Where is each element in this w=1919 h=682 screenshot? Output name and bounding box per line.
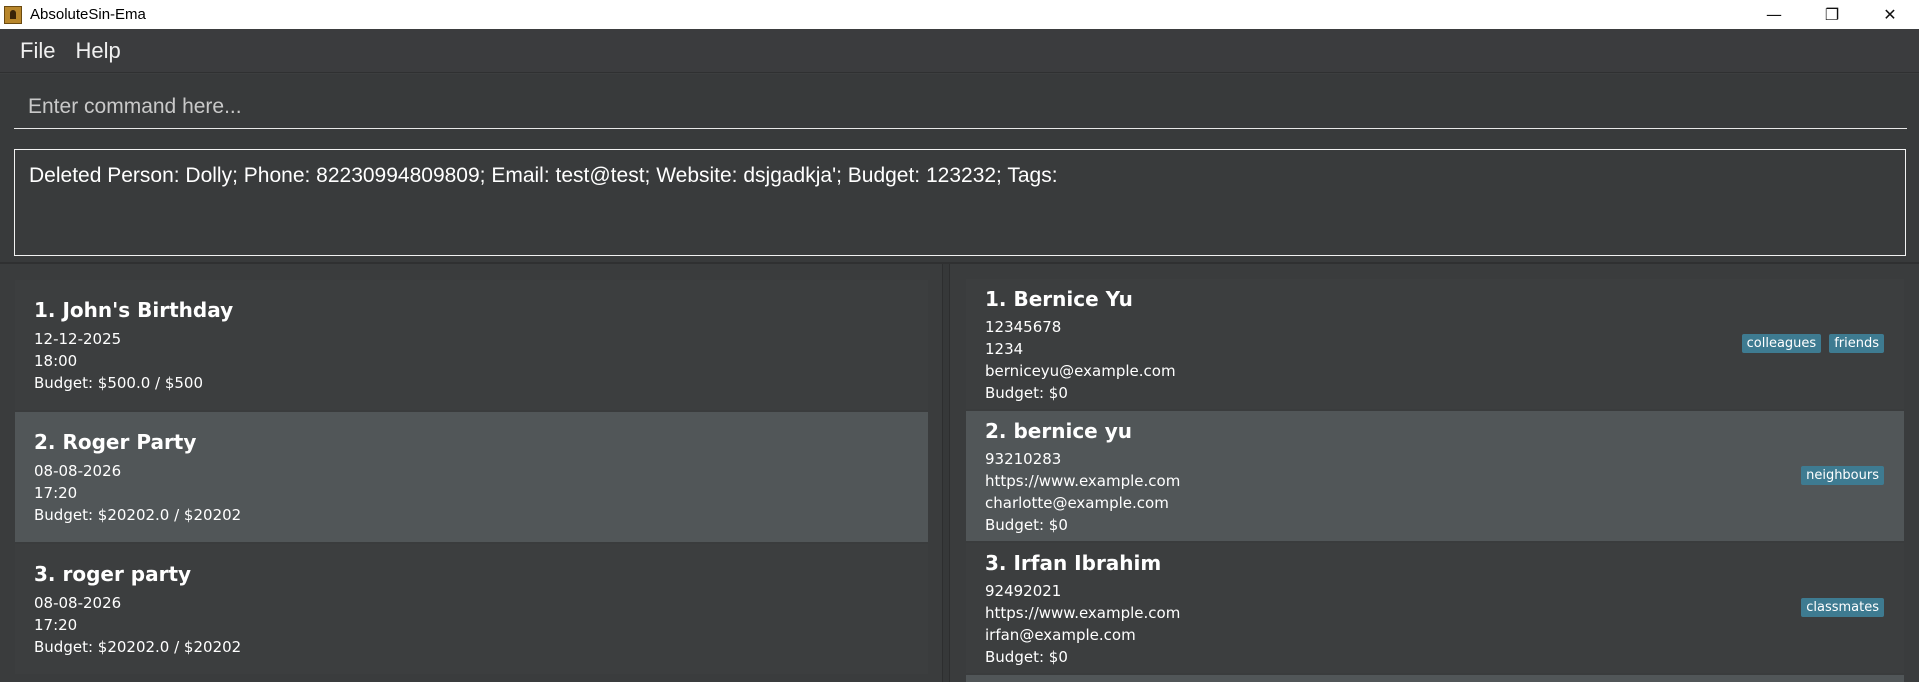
event-name: 3. roger party (34, 562, 192, 586)
panel-splitter[interactable] (942, 264, 950, 682)
person-budget: Budget: $0 (985, 384, 1068, 402)
minimize-icon[interactable]: — (1745, 0, 1803, 29)
menu-bar: File Help (0, 29, 1919, 73)
command-input[interactable] (14, 86, 1907, 129)
person-phone: 92492021 (985, 582, 1062, 600)
event-card[interactable]: 2. Roger Party 08-08-2026 17:20 Budget: … (15, 412, 928, 542)
menu-help[interactable]: Help (65, 38, 130, 64)
person-name: 3. Irfan Ibrahim (985, 551, 1162, 575)
menu-file[interactable]: File (10, 38, 65, 64)
person-card[interactable]: 1. Bernice Yu 12345678 1234 berniceyu@ex… (966, 279, 1904, 409)
tag: colleagues (1741, 334, 1822, 353)
event-date: 08-08-2026 (34, 462, 122, 480)
event-time: 17:20 (34, 616, 78, 634)
event-card[interactable]: 3. roger party 08-08-2026 17:20 Budget: … (15, 544, 928, 674)
person-website: https://www.example.com (985, 604, 1181, 622)
person-email: charlotte@example.com (985, 494, 1169, 512)
person-phone: 93210283 (985, 450, 1062, 468)
person-budget: Budget: $0 (985, 648, 1068, 666)
event-time: 17:20 (34, 484, 78, 502)
person-list-panel[interactable]: 1. Bernice Yu 12345678 1234 berniceyu@ex… (950, 264, 1919, 682)
event-budget: Budget: $20202.0 / $20202 (34, 506, 242, 524)
event-name: 1. John's Birthday (34, 298, 234, 322)
window-title: AbsoluteSin-Ema (30, 6, 146, 23)
tag-list: classmates (1801, 598, 1884, 617)
event-date: 08-08-2026 (34, 594, 122, 612)
tag-list: colleagues friends (1741, 334, 1884, 353)
tag-list: neighbours (1801, 466, 1884, 485)
close-icon[interactable]: ✕ (1861, 0, 1919, 29)
result-display: Deleted Person: Dolly; Phone: 8223099480… (14, 149, 1906, 256)
event-date: 12-12-2025 (34, 330, 122, 348)
event-budget: Budget: $20202.0 / $20202 (34, 638, 242, 656)
title-bar: AbsoluteSin-Ema — ❐ ✕ (0, 0, 1919, 29)
event-name: 2. Roger Party (34, 430, 197, 454)
event-list-panel[interactable]: 1. John's Birthday 12-12-2025 18:00 Budg… (0, 264, 942, 682)
event-budget: Budget: $500.0 / $500 (34, 374, 204, 392)
tag: neighbours (1801, 466, 1884, 485)
result-display-area: Deleted Person: Dolly; Phone: 8223099480… (0, 144, 1919, 262)
person-name: 1. Bernice Yu (985, 287, 1133, 311)
person-website: 1234 (985, 340, 1024, 358)
window-controls: — ❐ ✕ (1745, 0, 1919, 29)
person-website: https://www.example.com (985, 472, 1181, 490)
app-icon (4, 5, 22, 24)
restore-icon[interactable]: ❐ (1803, 0, 1861, 29)
person-card[interactable]: 2. bernice yu 93210283 https://www.examp… (966, 411, 1904, 541)
event-time: 18:00 (34, 352, 78, 370)
person-card[interactable]: 3. Irfan Ibrahim 92492021 https://www.ex… (966, 543, 1904, 673)
tag: friends (1829, 334, 1884, 353)
tag: classmates (1801, 598, 1884, 617)
person-phone: 12345678 (985, 318, 1062, 336)
person-email: berniceyu@example.com (985, 362, 1176, 380)
person-budget: Budget: $0 (985, 516, 1068, 534)
person-name: 2. bernice yu (985, 419, 1132, 443)
event-card[interactable]: 1. John's Birthday 12-12-2025 18:00 Budg… (15, 280, 928, 410)
next-person-card-edge (966, 675, 1904, 682)
command-box (0, 74, 1919, 144)
person-email: irfan@example.com (985, 626, 1136, 644)
